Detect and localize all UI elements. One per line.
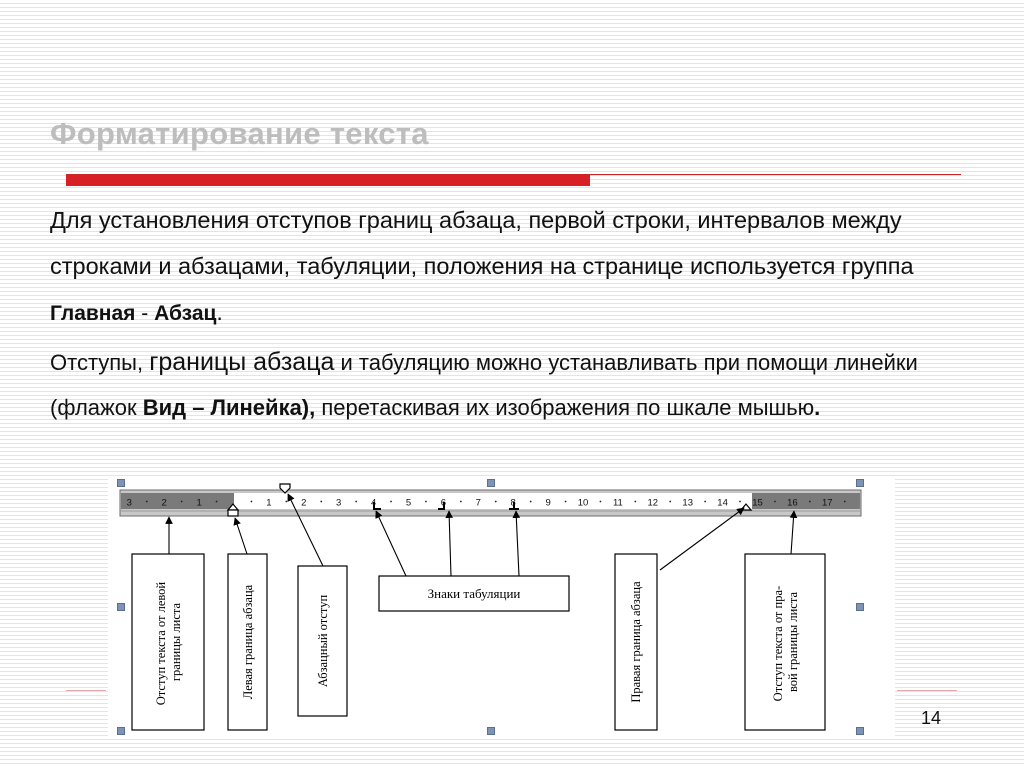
arrow-right-margin	[789, 510, 798, 555]
ruler-label-3: 3	[336, 498, 341, 509]
ruler-label-13: 13	[682, 498, 693, 509]
page-number: 14	[921, 708, 942, 728]
para2-big-text: границы абзаца	[149, 348, 335, 376]
selection-handle-top-left[interactable]	[117, 479, 125, 487]
ruler-tick-13	[599, 500, 602, 503]
ruler-tick-19	[808, 500, 811, 503]
label-tabs: Знаки табуляции	[428, 586, 521, 601]
label-left-indent: Левая граница абзаца	[241, 584, 255, 699]
box-left-margin	[131, 553, 205, 731]
left-indent-marker	[227, 509, 239, 517]
ruler-tick-2	[215, 500, 218, 503]
para1-separator: -	[135, 302, 155, 325]
footer-line-right	[897, 690, 957, 691]
ruler-label-10: 10	[578, 498, 589, 509]
ruler-label-11: 11	[613, 498, 623, 509]
ruler-diagram: 3 2 1 1 2 3 4 5 6 7 8 9 10 11 12 13 14 15 16 17 Отступ текс…	[119, 483, 862, 731]
ruler-tick-10	[494, 500, 497, 503]
selection-handle-top-middle[interactable]	[487, 479, 495, 487]
label-right-margin: Отступ текста от пра- вой границы листа	[771, 583, 800, 702]
ruler-tick-12	[564, 500, 567, 503]
ruler-label-5: 5	[406, 498, 411, 509]
arrow-right-indent	[659, 507, 745, 571]
footer-line-left	[66, 690, 106, 691]
ruler-tick-1	[180, 500, 183, 503]
ruler-tick-0	[145, 500, 148, 503]
paragraph-ruler: Отступы, границы абзаца и табуляцию можн…	[50, 340, 1000, 430]
para1-end: .	[216, 299, 223, 325]
arrow-tab-1	[375, 510, 407, 577]
arrow-left-indent	[233, 517, 248, 555]
ruler-tick-16	[704, 500, 707, 503]
para2-end: .	[814, 395, 821, 420]
selection-handle-bottom-left[interactable]	[117, 727, 125, 735]
ruler-label-right-15: 15	[752, 498, 763, 509]
ruler-label-left-3: 3	[127, 498, 132, 509]
ruler-tick-7	[390, 500, 392, 503]
ruler-tick-6	[355, 500, 358, 503]
ruler-tick-8	[425, 500, 427, 503]
selection-handle-bottom-right[interactable]	[856, 727, 864, 735]
ruler-tick-17	[739, 500, 741, 503]
ruler-label-12: 12	[648, 498, 659, 509]
ruler-tick-11	[529, 500, 532, 503]
ruler-tick-5	[320, 500, 323, 503]
ruler-label-left-1: 1	[196, 498, 201, 509]
para1-bold-main: Главная	[50, 302, 136, 325]
ruler-tick-15	[669, 500, 672, 503]
selection-handle-middle-right[interactable]	[856, 603, 864, 611]
ruler-tick-4	[285, 500, 288, 503]
arrow-tab-3	[512, 510, 521, 577]
selection-handle-middle-left[interactable]	[117, 603, 125, 611]
label-right-indent: Правая граница абзаца	[629, 581, 643, 703]
paragraph-indents: Для установления отступов границ абзаца,…	[50, 197, 1000, 337]
ruler-tick-9	[459, 500, 462, 503]
ruler-label-left-2: 2	[162, 498, 167, 509]
ruler-label-14: 14	[717, 498, 728, 509]
ruler-tick-18	[774, 500, 776, 503]
ruler-tick-20	[843, 500, 846, 503]
ruler-margin-right	[752, 493, 860, 509]
title-underline-thick	[66, 175, 590, 186]
label-first-line: Абзацный отступ	[316, 595, 330, 688]
ruler-ticks	[145, 500, 846, 503]
ruler-label-2: 2	[301, 498, 306, 509]
ruler-label-9: 9	[545, 498, 550, 509]
ruler-text-area	[234, 493, 752, 509]
para1-text: Для установления отступов границ абзаца,…	[50, 207, 914, 279]
para2-bold-view-ruler: Вид – Линейка),	[142, 395, 316, 420]
ruler-tick-3	[250, 500, 253, 503]
ruler-label-1: 1	[266, 498, 271, 509]
para1-bold-paragraph: Абзац	[154, 302, 217, 325]
selection-handle-bottom-middle[interactable]	[487, 727, 495, 735]
ruler-tick-14	[634, 500, 637, 503]
ruler-label-7: 7	[476, 498, 481, 509]
ruler-figure: 3 2 1 1 2 3 4 5 6 7 8 9 10 11 12 13 14 15 16 17 Отступ текс…	[108, 478, 895, 736]
para2-text-1: Отступы,	[50, 350, 150, 375]
slide-title: Форматирование текста	[50, 116, 429, 151]
ruler-label-right-17: 17	[822, 498, 833, 509]
selection-handle-top-right[interactable]	[856, 479, 864, 487]
ruler-label-right-16: 16	[787, 498, 798, 509]
arrow-tab-2	[445, 510, 454, 577]
box-right-margin	[744, 553, 826, 731]
para2-text-3: перетаскивая их изображения по шкале мыш…	[315, 395, 815, 420]
